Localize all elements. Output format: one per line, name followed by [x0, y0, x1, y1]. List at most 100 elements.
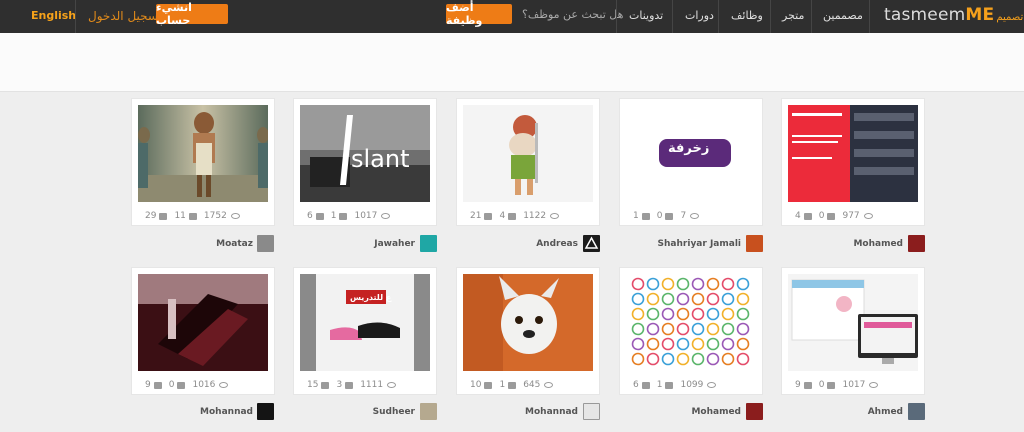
author-name[interactable]: Jawaher [325, 239, 415, 249]
comment-icon [827, 381, 836, 389]
thumbs-up-icon [159, 212, 168, 220]
nav-store[interactable]: متجر [782, 9, 804, 22]
project-thumbnail[interactable] [463, 274, 593, 371]
author-avatar[interactable] [908, 235, 925, 252]
project-thumbnail[interactable] [788, 274, 918, 371]
author-name[interactable]: Mohamed [813, 239, 903, 249]
thumbs-up-icon [484, 212, 493, 220]
likes-count: 10 [470, 380, 482, 390]
project-stats: 4 0 977 [795, 211, 873, 221]
project-card[interactable]: 6 1 1099 [619, 267, 763, 395]
project-card[interactable]: slant 6 1 1017 [293, 98, 437, 226]
likes-count: 9 [145, 380, 151, 390]
author-name[interactable]: Shahriyar Jamali [651, 239, 741, 249]
comments-count: 4 [499, 211, 506, 221]
views-count: 7 [680, 211, 687, 221]
likes-count: 4 [795, 211, 801, 221]
comment-icon [508, 381, 517, 389]
author-name[interactable]: Mohamed [651, 407, 741, 417]
project-thumbnail[interactable] [788, 105, 918, 202]
likes-count: 9 [795, 380, 801, 390]
nav-courses[interactable]: دورات [685, 9, 714, 22]
comments-count: 1 [499, 380, 506, 390]
project-card[interactable]: 4 0 977 [781, 98, 925, 226]
comment-icon [339, 212, 348, 220]
nav-designers[interactable]: مصممين [823, 9, 863, 22]
eye-icon [690, 213, 700, 219]
eye-icon [387, 382, 397, 388]
thumbs-up-icon [484, 381, 493, 389]
likes-count: 29 [145, 211, 157, 221]
project-stats: 9 0 1016 [145, 380, 229, 390]
project-thumbnail[interactable] [138, 105, 268, 202]
comment-icon [508, 212, 517, 220]
eye-icon [863, 213, 873, 219]
author-avatar[interactable] [583, 403, 600, 420]
project-stats: 6 1 1017 [307, 211, 391, 221]
comment-icon [827, 212, 836, 220]
author-name[interactable]: Ahmed [813, 407, 903, 417]
comments-count: 0 [818, 380, 825, 390]
thumbs-up-icon [803, 381, 812, 389]
add-job-button[interactable]: أضف وظيفة [446, 1, 512, 27]
thumbnail-title: زخرفة [668, 141, 710, 156]
login-link[interactable]: تسجيل الدخول [88, 9, 162, 23]
project-stats: 1 0 7 [633, 211, 700, 221]
project-thumbnail[interactable] [463, 105, 593, 202]
comments-count: 11 [174, 211, 186, 221]
project-stats: 29 11 1752 [145, 211, 240, 221]
likes-count: 15 [307, 380, 319, 390]
thumbs-up-icon [315, 212, 324, 220]
author-name[interactable]: Sudheer [325, 407, 415, 417]
project-card[interactable]: 29 11 1752 [131, 98, 275, 226]
project-thumbnail[interactable] [300, 274, 430, 371]
logo-me: ME [965, 5, 995, 25]
nav-divider [672, 0, 673, 33]
author-avatar[interactable] [908, 403, 925, 420]
project-card[interactable]: ع للتدريس 15 3 1111 [293, 267, 437, 395]
nav-jobs[interactable]: وظائف [731, 9, 763, 22]
site-logo[interactable]: tasmeemME تصميم [884, 5, 1023, 25]
author-avatar[interactable] [257, 403, 274, 420]
comments-count: 0 [818, 211, 825, 221]
thumbs-up-icon [641, 381, 650, 389]
project-card[interactable]: 10 1 645 [456, 267, 600, 395]
views-count: 1017 [354, 211, 378, 221]
thumbnail-title: slant [351, 145, 410, 173]
signup-button[interactable]: انشيء حساب [156, 1, 228, 27]
comment-icon [665, 212, 674, 220]
language-switch-link[interactable]: English [31, 9, 76, 22]
author-name[interactable]: Andreas [488, 239, 578, 249]
project-thumbnail[interactable] [626, 274, 756, 371]
project-card[interactable]: 9 0 1017 [781, 267, 925, 395]
project-card[interactable]: 21 4 1122 [456, 98, 600, 226]
hire-prompt[interactable]: هل تبحث عن موظف؟ [522, 8, 623, 21]
author-avatar[interactable] [420, 235, 437, 252]
project-stats: 15 3 1111 [307, 380, 397, 390]
eye-icon [230, 213, 240, 219]
nav-blogs[interactable]: تدوينات [629, 9, 663, 22]
project-thumbnail[interactable] [138, 274, 268, 371]
views-count: 1017 [842, 380, 866, 390]
likes-count: 6 [307, 211, 313, 221]
author-avatar[interactable] [420, 403, 437, 420]
comments-count: 1 [656, 380, 663, 390]
nav-divider [718, 0, 719, 33]
project-card[interactable]: 9 0 1016 [131, 267, 275, 395]
author-name[interactable]: Moataz [163, 239, 253, 249]
author-avatar[interactable] [746, 235, 763, 252]
project-card[interactable]: زخرفة 1 0 7 [619, 98, 763, 226]
nav-divider [869, 0, 870, 33]
views-count: 1099 [680, 380, 704, 390]
views-count: 1016 [192, 380, 216, 390]
author-name[interactable]: Mohannad [163, 407, 253, 417]
author-avatar[interactable] [257, 235, 274, 252]
author-name[interactable]: Mohannad [488, 407, 578, 417]
comments-count: 3 [336, 380, 343, 390]
logo-text: tasmeem [884, 5, 966, 25]
top-navbar: English تسجيل الدخول انشيء حساب أضف وظيف… [0, 0, 1024, 33]
author-avatar[interactable] [746, 403, 763, 420]
author-avatar[interactable] [583, 235, 600, 252]
thumbs-up-icon [321, 381, 330, 389]
eye-icon [869, 382, 879, 388]
